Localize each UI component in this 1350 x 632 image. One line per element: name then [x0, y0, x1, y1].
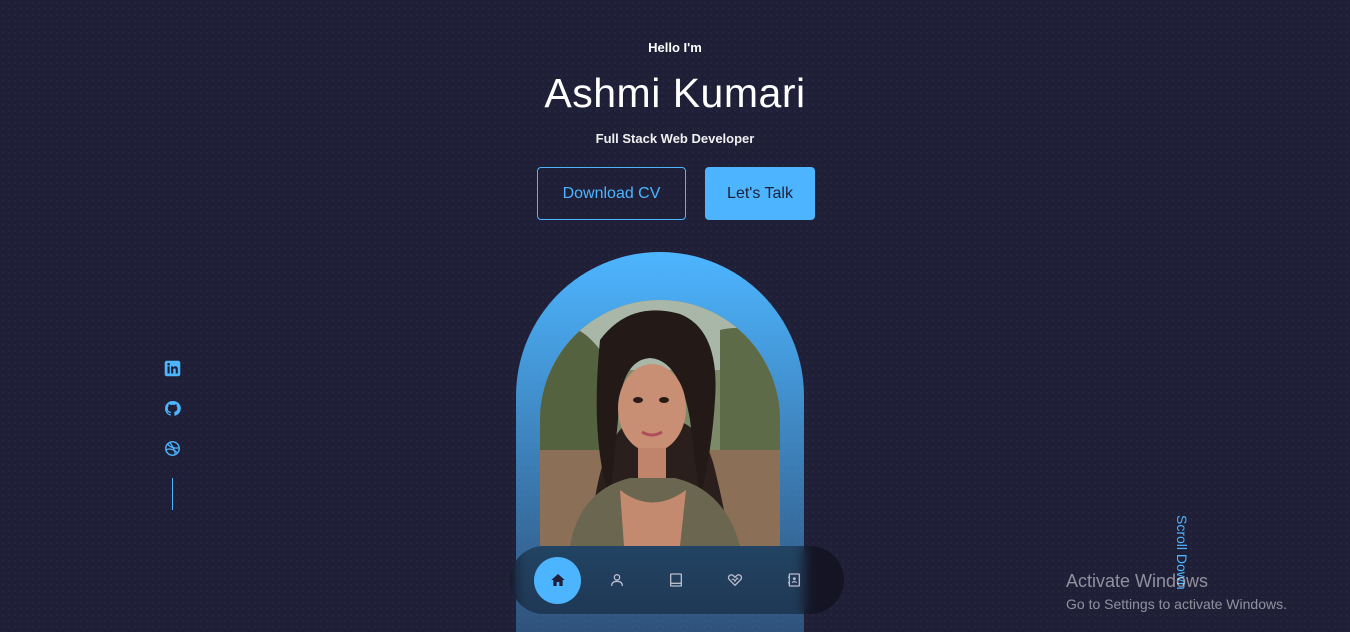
dribbble-icon	[164, 440, 180, 456]
book-icon	[669, 573, 682, 587]
profile-photo-illustration	[540, 300, 780, 546]
profile-photo	[540, 300, 780, 546]
linkedin-icon	[164, 360, 180, 376]
linkedin-link[interactable]	[162, 358, 182, 378]
user-icon	[610, 574, 623, 587]
watermark-title: Activate Windows	[1066, 571, 1209, 591]
page-title: Ashmi Kumari	[544, 70, 806, 116]
nav-experience[interactable]	[652, 557, 699, 604]
social-links	[162, 358, 182, 510]
greeting-text: Hello I'm	[648, 40, 702, 55]
dribbble-link[interactable]	[162, 438, 182, 458]
service-icon	[727, 574, 742, 587]
social-divider	[171, 478, 173, 510]
contact-icon	[787, 573, 800, 587]
nav-about[interactable]	[593, 557, 640, 604]
github-link[interactable]	[162, 398, 182, 418]
watermark-subtitle: Go to Settings to activate Windows.	[1066, 596, 1287, 612]
bottom-nav	[510, 546, 844, 614]
github-icon	[164, 400, 181, 416]
nav-contact[interactable]	[770, 557, 817, 604]
windows-activation-watermark: Activate Windows Go to Settings to activ…	[1066, 571, 1287, 612]
nav-home[interactable]	[534, 556, 581, 604]
role-subtitle: Full Stack Web Developer	[595, 131, 755, 146]
nav-services[interactable]	[711, 557, 758, 604]
hero-section: Hello I'm Ashmi Kumari Full Stack Web De…	[0, 0, 1350, 632]
home-icon	[550, 574, 565, 586]
download-cv-button[interactable]: Download CV	[537, 167, 686, 220]
lets-talk-button[interactable]: Let's Talk	[705, 167, 815, 220]
